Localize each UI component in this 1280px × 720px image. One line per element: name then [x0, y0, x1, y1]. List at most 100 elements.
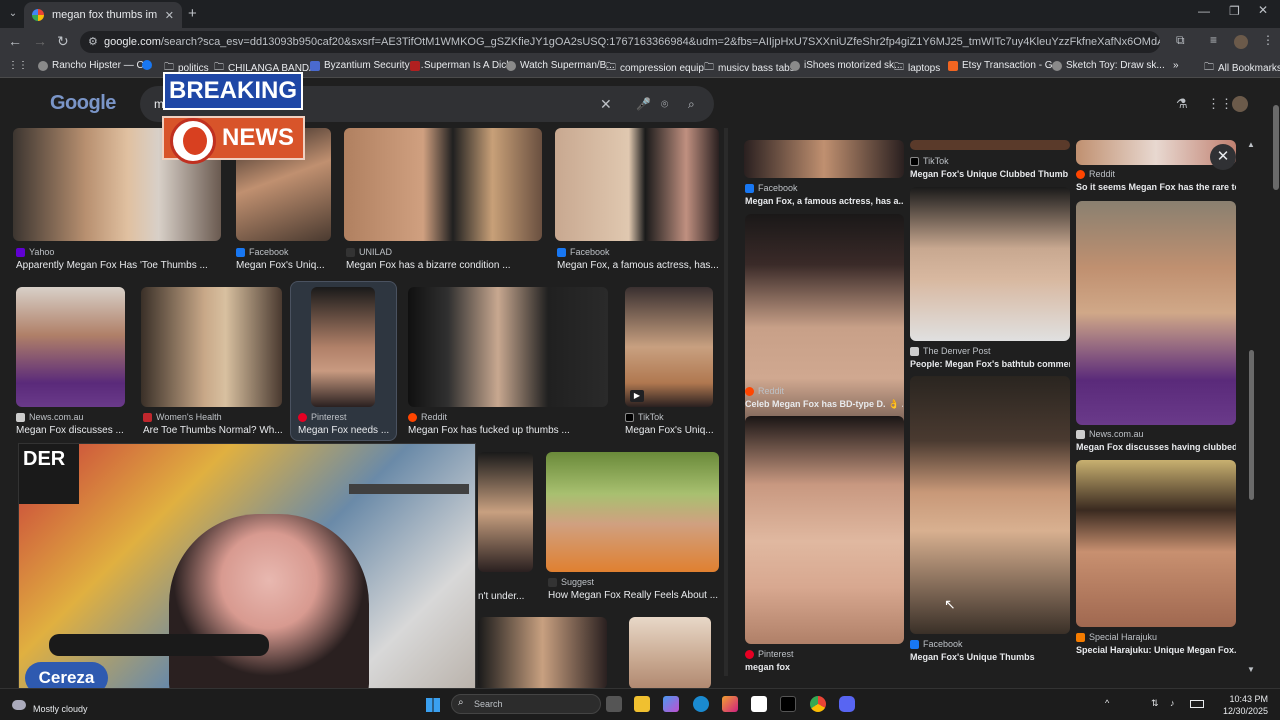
- discord-icon[interactable]: [839, 696, 855, 712]
- reload-button[interactable]: ↻: [57, 33, 69, 50]
- result-caption[interactable]: Are Toe Thumbs Normal? Wh...: [143, 425, 283, 436]
- result-image[interactable]: [910, 376, 1070, 634]
- chrome-icon[interactable]: [810, 696, 826, 712]
- edge-icon[interactable]: [693, 696, 709, 712]
- amazon-icon[interactable]: [751, 696, 767, 712]
- result-caption[interactable]: Megan Fox's Unique Clubbed Thumbs:...: [910, 169, 1068, 179]
- result-caption[interactable]: Megan Fox discusses ...: [16, 425, 126, 436]
- bookmark-item[interactable]: Rancho Hipster — C...: [38, 60, 152, 71]
- address-bar[interactable]: ⚙ google.com/search?sca_esv=dd13093b950c…: [80, 31, 1160, 53]
- task-view-icon[interactable]: [606, 696, 622, 712]
- start-button[interactable]: [426, 698, 440, 712]
- search-icon[interactable]: ⌕: [688, 86, 695, 122]
- weather-icon[interactable]: [12, 700, 26, 710]
- lens-search-icon[interactable]: ⌾: [661, 86, 668, 122]
- result-caption[interactable]: Megan Fox's Uniq...: [236, 260, 332, 271]
- all-bookmarks-folder[interactable]: 🗀 All Bookmarks: [1204, 60, 1280, 77]
- result-image[interactable]: [141, 287, 282, 407]
- result-image[interactable]: [311, 287, 375, 407]
- clock-time[interactable]: 10:43 PM: [1210, 694, 1268, 704]
- result-caption[interactable]: Megan Fox, a famous actress, has a... -: [745, 196, 903, 206]
- new-tab-button[interactable]: +: [188, 5, 197, 22]
- file-explorer-icon[interactable]: [634, 696, 650, 712]
- result-image[interactable]: [745, 416, 904, 644]
- browser-tab[interactable]: megan fox thumbs image - Goo ✕: [24, 2, 182, 28]
- result-image[interactable]: [408, 287, 608, 407]
- back-button[interactable]: ←: [8, 33, 22, 49]
- preview-scrollbar[interactable]: [1249, 350, 1254, 500]
- result-caption[interactable]: Megan Fox's Uniq...: [625, 425, 715, 436]
- result-image[interactable]: [910, 140, 1070, 150]
- result-caption[interactable]: Apparently Megan Fox Has 'Toe Thumbs ...: [16, 260, 221, 271]
- weather-text[interactable]: Mostly cloudy: [33, 704, 88, 714]
- close-tab-icon[interactable]: ✕: [165, 9, 174, 22]
- bookmark-facebook-icon[interactable]: [142, 60, 152, 70]
- maximize-button[interactable]: ❐: [1229, 4, 1240, 18]
- network-icon[interactable]: ⇅: [1151, 698, 1159, 709]
- bookmark-folder[interactable]: 🗀 compression equip: [606, 60, 704, 77]
- result-caption[interactable]: Megan Fox has a bizarre condition ...: [346, 260, 542, 271]
- volume-icon[interactable]: ♪: [1170, 698, 1175, 708]
- account-avatar[interactable]: [1232, 96, 1248, 112]
- more-bookmarks-icon[interactable]: »: [1173, 60, 1179, 71]
- forward-button[interactable]: →: [33, 33, 47, 49]
- result-caption[interactable]: Megan Fox has fucked up thumbs ...: [408, 425, 608, 436]
- close-preview-button[interactable]: ✕: [1210, 144, 1236, 170]
- minimize-button[interactable]: —: [1198, 4, 1210, 18]
- tray-overflow-icon[interactable]: ^: [1105, 698, 1109, 708]
- result-image[interactable]: [910, 187, 1070, 341]
- browser-menu-icon[interactable]: ⋮: [1262, 33, 1274, 47]
- result-image[interactable]: [478, 617, 607, 689]
- profile-avatar[interactable]: [1234, 35, 1248, 49]
- result-image[interactable]: [555, 128, 719, 241]
- bookmark-item[interactable]: Watch Superman/B...: [506, 60, 615, 71]
- result-image[interactable]: [546, 452, 719, 572]
- result-image[interactable]: [744, 140, 904, 178]
- result-caption[interactable]: People: Megan Fox's bathtub commerci...: [910, 359, 1070, 369]
- scroll-up-arrow-icon[interactable]: ▲: [1247, 140, 1255, 149]
- copilot-icon[interactable]: [663, 696, 679, 712]
- google-apps-icon[interactable]: ⋮⋮: [1207, 96, 1233, 112]
- bookmark-item[interactable]: iShoes motorized sk...: [790, 60, 902, 71]
- apps-icon[interactable]: ⋮⋮: [8, 60, 28, 71]
- result-caption[interactable]: Megan Fox needs ...: [298, 425, 394, 436]
- result-caption[interactable]: So it seems Megan Fox has the rare toe..…: [1076, 182, 1236, 192]
- result-image[interactable]: [344, 128, 542, 241]
- instagram-icon[interactable]: [722, 696, 738, 712]
- result-caption[interactable]: How Megan Fox Really Feels About ...: [548, 590, 718, 601]
- result-image[interactable]: [1076, 460, 1236, 627]
- x-app-icon[interactable]: [780, 696, 796, 712]
- extensions-icon[interactable]: ⧉: [1176, 33, 1185, 48]
- page-scrollbar[interactable]: [1273, 105, 1279, 190]
- bookmark-item[interactable]: Sketch Toy: Draw sk...: [1052, 60, 1165, 71]
- results-scrollbar[interactable]: [724, 128, 728, 676]
- reading-list-icon[interactable]: ≡: [1210, 33, 1217, 47]
- result-image[interactable]: [1076, 201, 1236, 425]
- result-image[interactable]: [625, 287, 713, 407]
- bookmark-folder[interactable]: 🗀 laptops: [894, 60, 940, 77]
- clear-search-icon[interactable]: ✕: [600, 86, 612, 122]
- result-caption[interactable]: megan fox: [745, 662, 903, 672]
- result-caption[interactable]: Celeb Megan Fox has BD-type D. 👌 ...: [745, 399, 903, 410]
- site-info-icon[interactable]: ⚙: [88, 31, 98, 53]
- result-caption[interactable]: Megan Fox discusses having clubbed...: [1076, 442, 1236, 452]
- result-caption[interactable]: n't under...: [478, 591, 533, 602]
- scroll-down-arrow-icon[interactable]: ▼: [1247, 665, 1255, 674]
- bookmark-item[interactable]: Byzantium Security I...: [310, 60, 423, 71]
- bookmark-folder[interactable]: 🗀 musicv bass tabs: [704, 60, 795, 77]
- result-image[interactable]: [16, 287, 125, 407]
- labs-icon[interactable]: ⚗: [1176, 96, 1188, 112]
- tab-search-button[interactable]: ⌄: [6, 7, 20, 21]
- bookmark-item[interactable]: Etsy Transaction - G...: [948, 60, 1061, 71]
- battery-icon[interactable]: [1190, 700, 1204, 708]
- result-image[interactable]: [629, 617, 711, 689]
- voice-search-icon[interactable]: 🎤: [636, 86, 651, 122]
- close-window-button[interactable]: ✕: [1258, 3, 1268, 17]
- result-image[interactable]: [478, 452, 533, 572]
- bookmark-item[interactable]: Superman Is A Dick: [410, 60, 511, 71]
- clock-date[interactable]: 12/30/2025: [1210, 706, 1268, 716]
- result-caption[interactable]: Megan Fox, a famous actress, has...: [557, 260, 719, 271]
- google-logo[interactable]: Google: [50, 92, 116, 115]
- result-caption[interactable]: Special Harajuku: Unique Megan Fox...: [1076, 645, 1236, 655]
- result-caption[interactable]: Megan Fox's Unique Thumbs: [910, 652, 1070, 662]
